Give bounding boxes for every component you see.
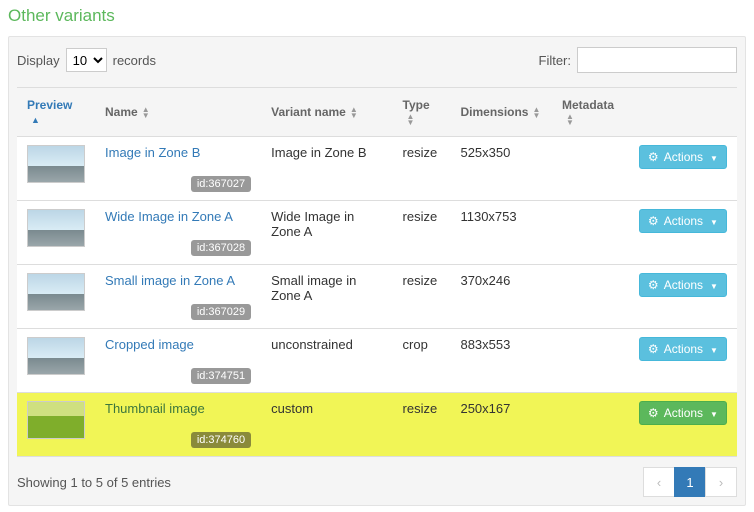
chevron-down-icon [708, 278, 718, 292]
length-suffix: records [113, 53, 156, 68]
page-current[interactable]: 1 [674, 467, 706, 497]
preview-thumbnail[interactable] [27, 337, 85, 375]
chevron-down-icon [708, 406, 718, 420]
actions-button[interactable]: Actions [639, 273, 727, 297]
metadata-cell [552, 201, 629, 265]
actions-button[interactable]: Actions [639, 337, 727, 361]
dimensions-cell: 370x246 [450, 265, 552, 329]
metadata-cell [552, 393, 629, 457]
chevron-down-icon [708, 342, 718, 356]
variants-table: Preview Name▲▼ Variant name▲▼ Type▲▼ Dim… [17, 87, 737, 457]
actions-button[interactable]: Actions [639, 401, 727, 425]
chevron-down-icon [708, 214, 718, 228]
col-metadata[interactable]: Metadata▲▼ [552, 87, 629, 137]
id-badge: id:374760 [191, 432, 251, 448]
preview-thumbnail[interactable] [27, 209, 85, 247]
dimensions-cell: 883x553 [450, 329, 552, 393]
variants-panel: Display 10 records Filter: Preview Name▲… [8, 36, 746, 506]
name-link[interactable]: Cropped image [105, 337, 194, 352]
actions-label: Actions [664, 342, 703, 356]
sort-icon: ▲▼ [532, 107, 540, 119]
filter-label: Filter: [539, 53, 572, 68]
type-cell: resize [393, 201, 451, 265]
name-link[interactable]: Small image in Zone A [105, 273, 235, 288]
metadata-cell [552, 265, 629, 329]
col-type[interactable]: Type▲▼ [393, 87, 451, 137]
actions-label: Actions [664, 278, 703, 292]
length-control: Display 10 records [17, 48, 156, 72]
gear-icon [648, 150, 659, 164]
col-name[interactable]: Name▲▼ [95, 87, 261, 137]
id-badge: id:367027 [191, 176, 251, 192]
section-title: Other variants [8, 6, 746, 26]
name-link[interactable]: Image in Zone B [105, 145, 200, 160]
name-link[interactable]: Thumbnail image [105, 401, 205, 416]
length-prefix: Display [17, 53, 60, 68]
sort-icon: ▲▼ [566, 114, 574, 126]
actions-label: Actions [664, 150, 703, 164]
page-next[interactable]: › [705, 467, 737, 497]
sort-icon: ▲▼ [407, 114, 415, 126]
table-row: Thumbnail image id:374760 customresize250x… [17, 393, 737, 457]
dimensions-cell: 1130x753 [450, 201, 552, 265]
variant-cell: Image in Zone B [261, 137, 392, 201]
type-cell: resize [393, 265, 451, 329]
gear-icon [648, 278, 659, 292]
records-select[interactable]: 10 [66, 48, 107, 72]
name-link[interactable]: Wide Image in Zone A [105, 209, 233, 224]
col-preview[interactable]: Preview [17, 87, 95, 137]
id-badge: id:367029 [191, 304, 251, 320]
table-row: Cropped image id:374751 unconstrainedcrop8… [17, 329, 737, 393]
id-badge: id:374751 [191, 368, 251, 384]
sort-icon: ▲▼ [142, 107, 150, 119]
gear-icon [648, 406, 659, 420]
variant-cell: custom [261, 393, 392, 457]
preview-thumbnail[interactable] [27, 145, 85, 183]
actions-button[interactable]: Actions [639, 145, 727, 169]
table-row: Image in Zone Bid:367027Image in Zone Br… [17, 137, 737, 201]
chevron-down-icon [708, 150, 718, 164]
sort-icon: ▲▼ [350, 107, 358, 119]
variant-cell: Wide Image in Zone A [261, 201, 392, 265]
actions-label: Actions [664, 214, 703, 228]
table-row: Wide Image in Zone A id:367028 Wide Image … [17, 201, 737, 265]
gear-icon [648, 342, 659, 356]
filter-control: Filter: [539, 47, 738, 73]
variant-cell: Small image in Zone A [261, 265, 392, 329]
page-prev[interactable]: ‹ [643, 467, 675, 497]
metadata-cell [552, 137, 629, 201]
variant-cell: unconstrained [261, 329, 392, 393]
table-info: Showing 1 to 5 of 5 entries [17, 475, 171, 490]
filter-input[interactable] [577, 47, 737, 73]
id-badge: id:367028 [191, 240, 251, 256]
table-row: Small image in Zone A id:367029 Small imag… [17, 265, 737, 329]
type-cell: crop [393, 329, 451, 393]
pagination: ‹ 1 › [644, 467, 737, 497]
actions-label: Actions [664, 406, 703, 420]
col-actions [629, 87, 737, 137]
gear-icon [648, 214, 659, 228]
dimensions-cell: 525x350 [450, 137, 552, 201]
dimensions-cell: 250x167 [450, 393, 552, 457]
col-variant[interactable]: Variant name▲▼ [261, 87, 392, 137]
preview-thumbnail[interactable] [27, 273, 85, 311]
sort-asc-icon [31, 112, 40, 126]
type-cell: resize [393, 137, 451, 201]
preview-thumbnail[interactable] [27, 401, 85, 439]
col-dimensions[interactable]: Dimensions▲▼ [450, 87, 552, 137]
type-cell: resize [393, 393, 451, 457]
metadata-cell [552, 329, 629, 393]
actions-button[interactable]: Actions [639, 209, 727, 233]
